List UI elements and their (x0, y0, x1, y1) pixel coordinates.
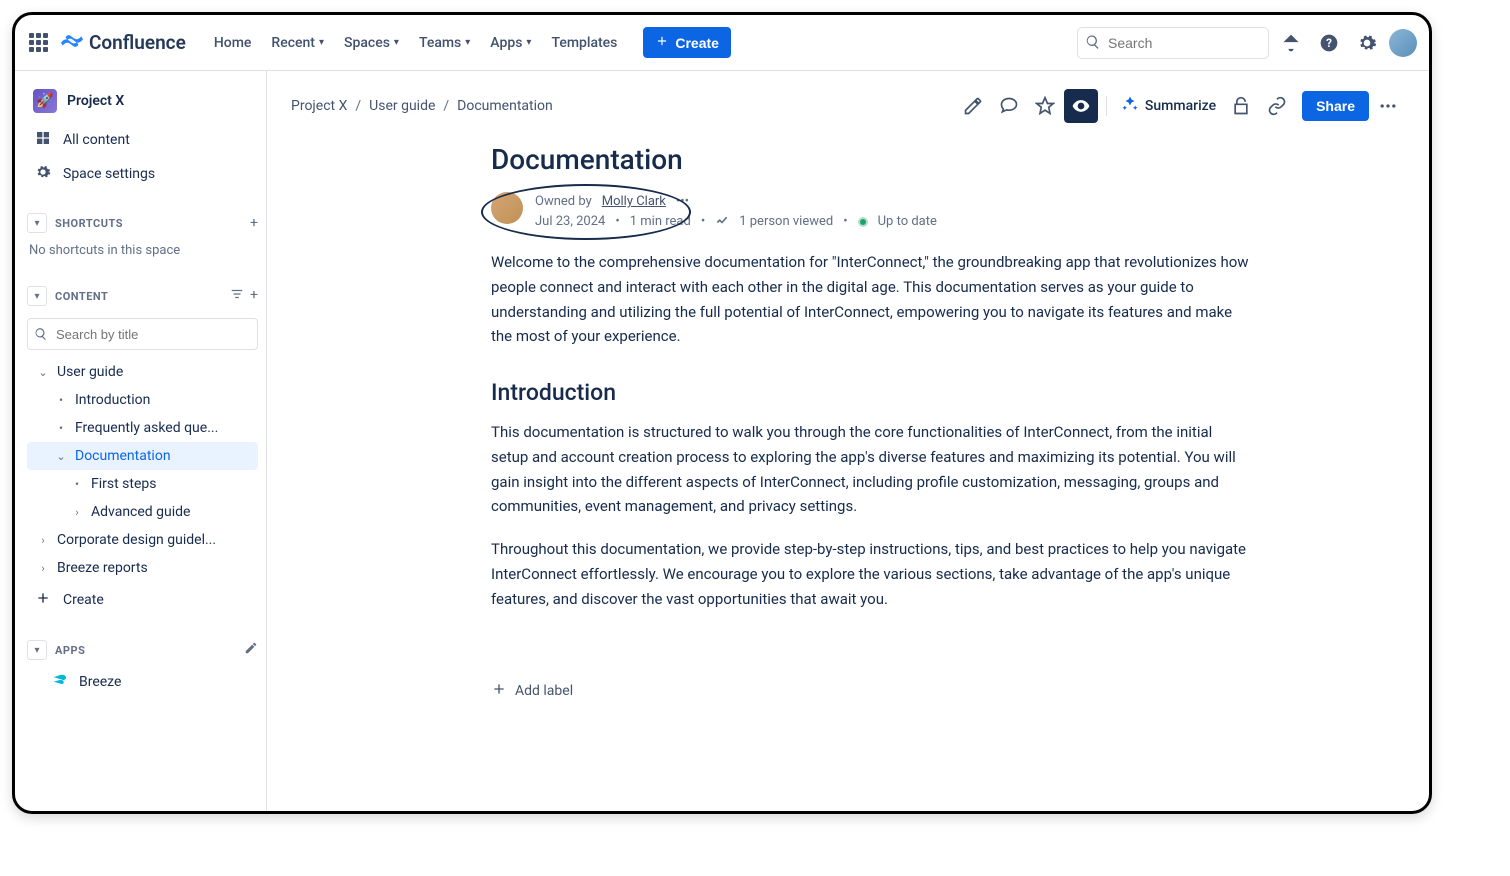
search-icon (1085, 34, 1101, 54)
tree-corporate[interactable]: ›Corporate design guidel... (27, 526, 258, 554)
help-icon[interactable]: ? (1313, 27, 1345, 59)
edit-icon[interactable] (956, 89, 990, 123)
bullet-icon: • (55, 393, 67, 407)
shortcuts-toggle[interactable]: ▾ (27, 213, 47, 233)
divider (1106, 96, 1107, 116)
grid-icon (35, 130, 51, 150)
nav-spaces[interactable]: Spaces▾ (334, 29, 409, 57)
plus-icon (491, 681, 507, 701)
confluence-logo-icon (61, 30, 83, 56)
space-header[interactable]: 🚀 Project X (27, 83, 258, 123)
bullet-icon: • (55, 421, 67, 435)
tree-faq[interactable]: •Frequently asked que... (27, 414, 258, 442)
view-count[interactable]: 1 person viewed (739, 212, 833, 232)
share-button[interactable]: Share (1302, 91, 1369, 121)
space-icon: 🚀 (33, 89, 57, 113)
add-content-icon[interactable]: + (250, 287, 258, 305)
sidebar-create[interactable]: Create (27, 582, 258, 618)
chevron-right-icon: › (71, 506, 83, 519)
summarize-button[interactable]: Summarize (1115, 95, 1222, 117)
nav-teams[interactable]: Teams▾ (409, 29, 480, 57)
restrictions-icon[interactable] (1224, 89, 1258, 123)
chevron-down-icon: ▾ (34, 291, 39, 302)
star-icon[interactable] (1028, 89, 1062, 123)
nav-home[interactable]: Home (204, 29, 262, 57)
gear-icon (35, 164, 51, 184)
chevron-down-icon: ▾ (465, 37, 470, 48)
plus-icon (35, 590, 51, 610)
owned-by-label: Owned by (535, 192, 592, 212)
create-button[interactable]: Create (643, 27, 731, 58)
plus-icon (655, 34, 669, 51)
no-shortcuts-text: No shortcuts in this space (27, 237, 258, 264)
status-text: Up to date (878, 212, 937, 232)
filter-icon[interactable] (230, 287, 244, 305)
breadcrumb-link[interactable]: Project X (291, 98, 347, 114)
chevron-down-icon: ⌄ (55, 450, 67, 463)
section-content: CONTENT (55, 290, 108, 303)
section-apps: APPS (55, 644, 85, 657)
chevron-down-icon: ▾ (526, 37, 531, 48)
chevron-right-icon: › (37, 534, 49, 547)
tree-breeze-reports[interactable]: ›Breeze reports (27, 554, 258, 582)
chevron-down-icon: ▾ (319, 37, 324, 48)
read-time: 1 min read (630, 212, 691, 232)
brand-text: Confluence (89, 31, 186, 54)
owner-name[interactable]: Molly Clark (602, 192, 666, 212)
edit-apps-icon[interactable] (244, 641, 258, 659)
apps-toggle[interactable]: ▾ (27, 640, 47, 660)
content-paragraph: Welcome to the comprehensive documentati… (491, 250, 1251, 349)
watch-icon[interactable] (1064, 89, 1098, 123)
content-heading: Introduction (491, 379, 1251, 406)
breadcrumb-current: Documentation (457, 98, 553, 114)
sidebar-space-settings[interactable]: Space settings (27, 157, 258, 191)
svg-text:?: ? (1326, 36, 1332, 50)
byline-more-icon[interactable]: ••• (676, 192, 689, 212)
more-icon[interactable] (1371, 89, 1405, 123)
add-label-button[interactable]: Add label (491, 681, 1251, 701)
analytics-icon[interactable] (715, 212, 729, 233)
sidebar-search-input[interactable] (27, 318, 258, 350)
breeze-icon (51, 671, 69, 693)
app-switcher-icon[interactable] (27, 31, 51, 55)
breadcrumb: Project X / User guide / Documentation (291, 98, 553, 114)
chevron-down-icon: ▾ (34, 218, 39, 229)
section-shortcuts: SHORTCUTS (55, 217, 123, 230)
breadcrumb-link[interactable]: User guide (369, 98, 435, 114)
content-paragraph: Throughout this documentation, we provid… (491, 537, 1251, 611)
search-input[interactable] (1077, 27, 1269, 59)
content-paragraph: This documentation is structured to walk… (491, 420, 1251, 519)
sidebar-all-content[interactable]: All content (27, 123, 258, 157)
ai-icon (1121, 95, 1139, 117)
user-avatar[interactable] (1389, 29, 1417, 57)
add-shortcut-icon[interactable]: + (250, 215, 258, 231)
comment-icon[interactable] (992, 89, 1026, 123)
tree-first-steps[interactable]: •First steps (27, 470, 258, 498)
tree-advanced[interactable]: ›Advanced guide (27, 498, 258, 526)
chevron-down-icon: ▾ (394, 37, 399, 48)
nav-apps[interactable]: Apps▾ (480, 29, 541, 57)
tree-documentation[interactable]: ⌄Documentation (27, 442, 258, 470)
app-breeze[interactable]: Breeze (27, 664, 258, 700)
content-toggle[interactable]: ▾ (27, 286, 47, 306)
bullet-icon: • (71, 477, 83, 491)
page-date: Jul 23, 2024 (535, 212, 605, 232)
status-dot-icon (858, 217, 868, 227)
space-name: Project X (67, 93, 124, 109)
chevron-right-icon: › (37, 562, 49, 575)
chevron-down-icon: ▾ (34, 645, 39, 656)
settings-icon[interactable] (1351, 27, 1383, 59)
confluence-brand[interactable]: Confluence (61, 30, 186, 56)
page-title: Documentation (491, 143, 1251, 176)
search-icon (34, 326, 48, 345)
nav-recent[interactable]: Recent▾ (261, 29, 334, 57)
tree-user-guide[interactable]: ⌄User guide (27, 358, 258, 386)
nav-templates[interactable]: Templates (541, 29, 627, 57)
chevron-down-icon: ⌄ (37, 366, 49, 379)
tree-introduction[interactable]: •Introduction (27, 386, 258, 414)
notifications-icon[interactable] (1275, 27, 1307, 59)
author-avatar[interactable] (491, 192, 523, 224)
link-icon[interactable] (1260, 89, 1294, 123)
